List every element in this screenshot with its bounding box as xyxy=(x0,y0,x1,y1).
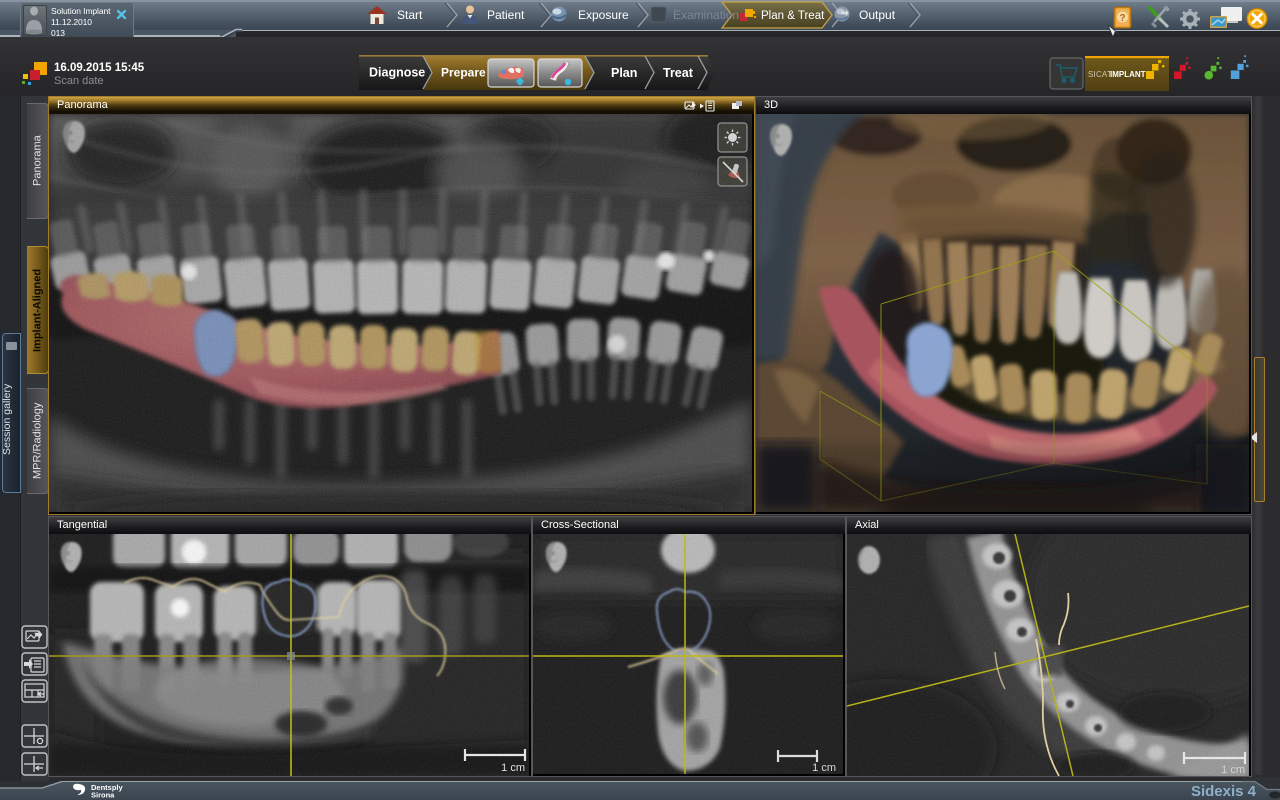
svg-text:Patient: Patient xyxy=(487,8,525,22)
svg-text:Plan & Treat: Plan & Treat xyxy=(761,10,825,22)
svg-text:Prepare: Prepare xyxy=(441,66,486,80)
svg-text:Diagnose: Diagnose xyxy=(369,66,425,80)
svg-text:Treat: Treat xyxy=(663,66,694,80)
svg-text:Sirona: Sirona xyxy=(91,791,115,800)
svg-text:Exposure: Exposure xyxy=(578,8,629,22)
svg-text:?: ? xyxy=(1119,13,1125,24)
svg-text:SICAT: SICAT xyxy=(1088,70,1112,79)
svg-text:Start: Start xyxy=(397,8,423,22)
svg-text:Examination: Examination xyxy=(673,8,739,22)
svg-text:Plan: Plan xyxy=(611,66,637,80)
svg-text:IMPLANT: IMPLANT xyxy=(1110,70,1146,79)
svg-text:Output: Output xyxy=(859,8,896,22)
